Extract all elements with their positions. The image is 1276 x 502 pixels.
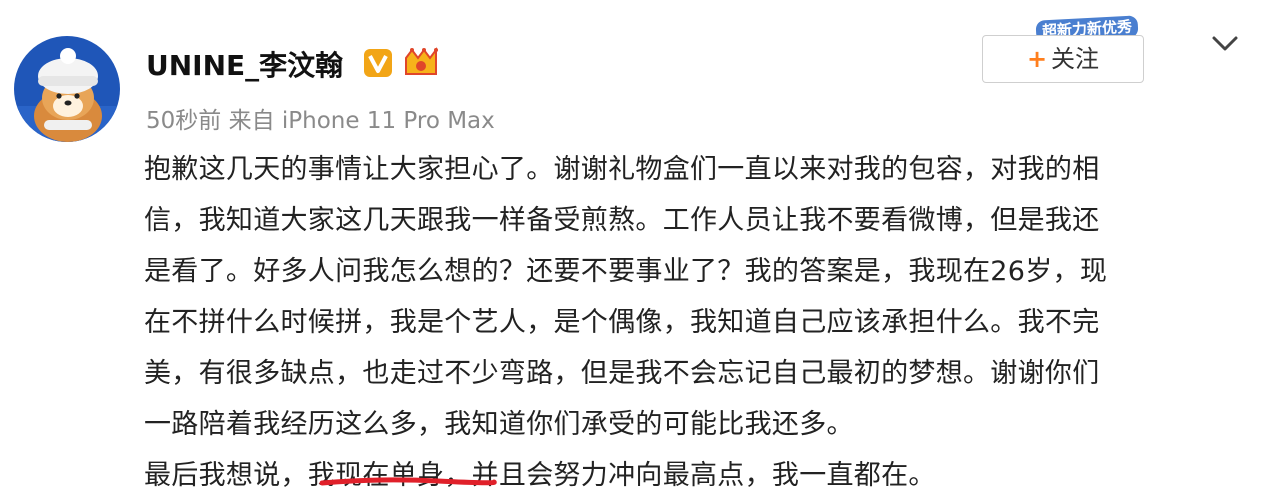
follow-button[interactable]: + 关注 [982,35,1144,83]
follow-area: 超新力新优秀 + 关注 [982,15,1144,83]
plus-icon: + [1026,45,1048,73]
verified-icon [363,48,393,78]
shiba-dog-avatar-icon [14,36,120,142]
last-line-before: 最后我想说， [144,460,308,491]
crown-level-icon [402,46,440,80]
content-line: 在不拼什么时候拼，我是个艺人，是个偶像，我知道自己应该承担什么。我不完 [144,307,1100,338]
post-content: 抱歉这几天的事情让大家担心了。谢谢礼物盒们一直以来对我的包容，对我的相 信，我知… [144,144,1224,501]
avatar[interactable] [14,36,120,142]
content-last-line: 最后我想说，我现在单身，并且会努力冲向最高点，我一直都在。 [144,450,1224,501]
red-underline-mark [319,477,497,486]
content-line: 信，我知道大家这几天跟我一样备受煎熬。工作人员让我不要看微博，但是我还 [144,205,1100,236]
content-line: 是看了。好多人问我怎么想的？还要不要事业了？我的答案是，我现在26岁，现 [144,256,1108,287]
content-line: 一路陪着我经历这么多，我知道你们承受的可能比我还多。 [144,409,854,440]
follow-label: 关注 [1051,45,1100,73]
post-meta: 50秒前 来自 iPhone 11 Pro Max [146,108,495,134]
content-line: 抱歉这几天的事情让大家担心了。谢谢礼物盒们一直以来对我的包容，对我的相 [144,154,1100,185]
chevron-down-icon[interactable] [1210,32,1240,54]
last-line-after: ，并且会努力冲向最高点，我一直都在。 [444,460,936,491]
content-line: 美，有很多缺点，也走过不少弯路，但是我不会忘记自己最初的梦想。谢谢你们 [144,358,1100,389]
username[interactable]: UNINE_李汶翰 [146,44,343,84]
